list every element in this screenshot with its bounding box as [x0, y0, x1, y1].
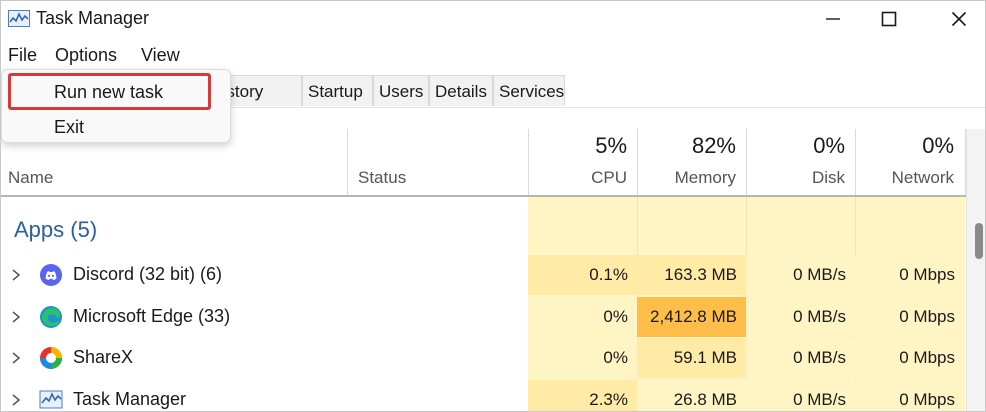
minimize-button[interactable]: [805, 1, 861, 37]
disk-cell: 0 MB/s: [746, 255, 855, 295]
network-cell: 0 Mbps: [855, 380, 965, 411]
discord-icon: [40, 264, 62, 286]
disk-cell: 0 MB/s: [746, 297, 855, 337]
cpu-cell: 0%: [528, 338, 637, 378]
close-icon: [951, 11, 967, 27]
column-header-status[interactable]: Status: [358, 168, 406, 188]
process-name: Microsoft Edge (33): [73, 306, 231, 326]
network-cell: 0 Mbps: [855, 255, 965, 295]
sharex-icon: [40, 347, 62, 369]
disk-cell: 0 MB/s: [746, 380, 855, 411]
disk-cell: 0 MB/s: [746, 338, 855, 378]
column-header-memory[interactable]: Memory: [637, 168, 736, 188]
memory-cell: 26.8 MB: [637, 380, 746, 411]
chevron-right-icon[interactable]: [9, 267, 23, 283]
menu-file[interactable]: File: [8, 45, 37, 66]
tab-services[interactable]: Services: [493, 75, 565, 106]
memory-cell: 163.3 MB: [637, 255, 746, 295]
task-manager-icon: [39, 390, 63, 409]
menu-item-exit[interactable]: Exit: [54, 117, 84, 138]
column-header-network[interactable]: Network: [855, 168, 954, 188]
column-header-name[interactable]: Name: [8, 168, 53, 188]
chevron-right-icon[interactable]: [9, 392, 23, 408]
cpu-cell: 0.1%: [528, 255, 637, 295]
process-row[interactable]: Discord (32 bit) (6) 0.1% 163.3 MB 0 MB/…: [1, 255, 966, 295]
network-cell: 0 Mbps: [855, 338, 965, 378]
tab-users[interactable]: Users: [373, 75, 429, 106]
process-name: ShareX: [73, 347, 134, 367]
cpu-cell: 2.3%: [528, 380, 637, 411]
task-manager-app-icon: [8, 10, 30, 27]
tab-details[interactable]: Details: [429, 75, 493, 106]
process-row[interactable]: Microsoft Edge (33) 0% 2,412.8 MB 0 MB/s…: [1, 297, 966, 337]
process-name: Discord (32 bit) (6): [73, 264, 223, 284]
process-row[interactable]: ShareX 0% 59.1 MB 0 MB/s 0 Mbps: [1, 338, 966, 378]
network-total-percent: 0%: [922, 133, 954, 158]
process-name: Task Manager: [73, 389, 187, 409]
minimize-icon: [826, 18, 840, 20]
memory-cell: 2,412.8 MB: [637, 297, 746, 337]
maximize-icon: [881, 11, 897, 27]
edge-icon: [40, 306, 62, 328]
column-divider[interactable]: [347, 129, 348, 196]
cpu-total-percent: 5%: [595, 133, 627, 158]
scrollbar-thumb[interactable]: [975, 223, 983, 259]
highlight-annotation: [8, 73, 211, 110]
tab-startup[interactable]: Startup: [302, 75, 373, 106]
menu-view[interactable]: View: [141, 45, 180, 66]
memory-total-percent: 82%: [691, 133, 736, 158]
vertical-scrollbar[interactable]: [966, 129, 985, 411]
column-header-cpu[interactable]: CPU: [528, 168, 627, 188]
menu-options[interactable]: Options: [55, 45, 117, 66]
title-bar: Task Manager: [1, 1, 985, 37]
network-cell: 0 Mbps: [855, 297, 965, 337]
group-title-apps[interactable]: Apps (5): [14, 217, 97, 243]
memory-cell: 59.1 MB: [637, 338, 746, 378]
process-row[interactable]: Task Manager 2.3% 26.8 MB 0 MB/s 0 Mbps: [1, 380, 966, 411]
task-manager-window: Task Manager File Options View p history…: [0, 0, 986, 412]
chevron-right-icon[interactable]: [9, 350, 23, 366]
maximize-button[interactable]: [861, 1, 917, 37]
window-title: Task Manager: [36, 8, 150, 28]
chevron-right-icon[interactable]: [9, 309, 23, 325]
disk-total-percent: 0%: [813, 133, 845, 158]
close-button[interactable]: [931, 1, 985, 37]
cpu-cell: 0%: [528, 297, 637, 337]
column-header-disk[interactable]: Disk: [746, 168, 845, 188]
